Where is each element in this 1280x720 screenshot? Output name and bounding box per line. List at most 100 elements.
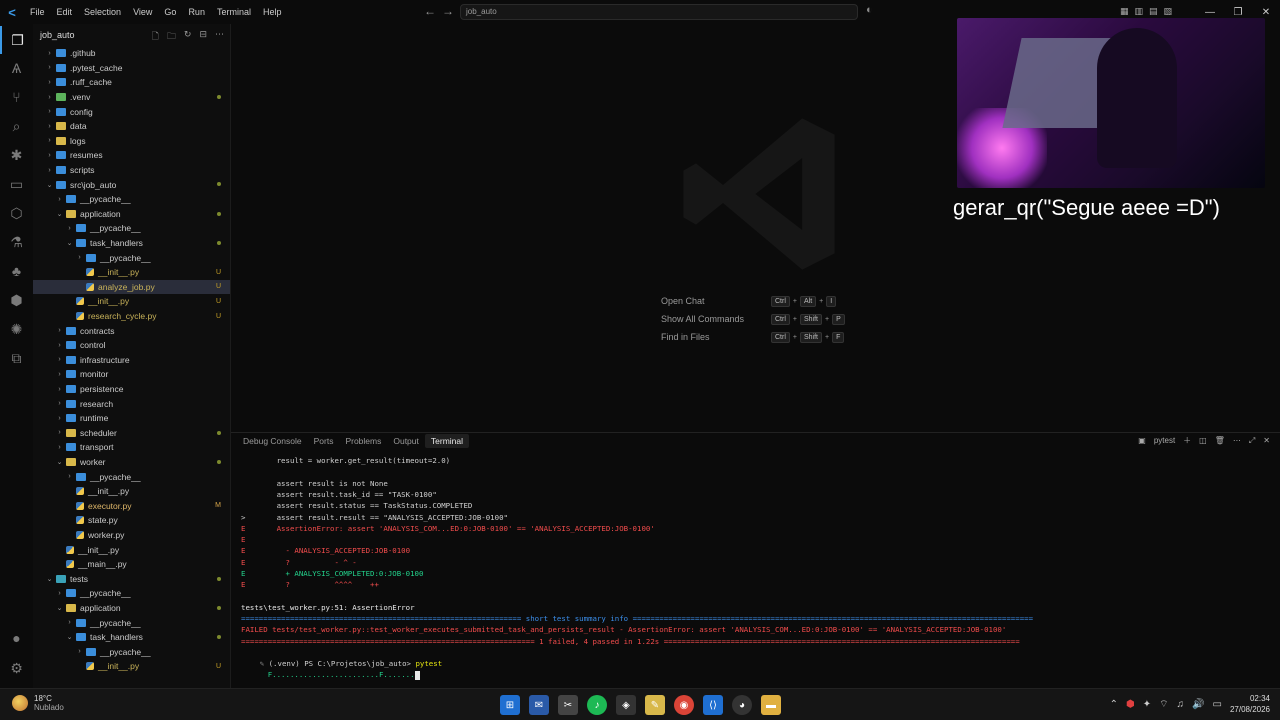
tab-debug-console[interactable]: Debug Console [237,434,308,448]
menu-edit[interactable]: Edit [51,0,79,24]
tree-folder-item[interactable]: › logs [33,134,230,149]
more-icon[interactable]: ⋯ [1233,436,1241,445]
tree-folder-item[interactable]: › scheduler [33,426,230,441]
app-tray-icon[interactable]: ✦ [1143,699,1151,710]
testing-icon[interactable]: ⚗ [0,228,33,256]
tree-file-item[interactable]: __init__.py [33,484,230,499]
new-file-icon[interactable]: 🗋 [152,29,159,45]
tree-file-item[interactable]: state.py [33,513,230,528]
tree-folder-item[interactable]: › __pycache__ [33,221,230,236]
weather-widget[interactable]: 18°C Nublado [12,694,64,712]
toggle-panel-icon[interactable]: ▤ [1149,6,1158,17]
tree-folder-item[interactable]: › transport [33,440,230,455]
notes-icon[interactable]: ✎ [645,695,665,715]
tree-folder-item[interactable]: › config [33,104,230,119]
tree-file-item[interactable]: __init__.py [33,542,230,557]
shortcut-open-chat[interactable]: Open Chat Ctrl + Alt + I [661,292,845,310]
vscode-taskbar-icon[interactable]: ⟨⟩ [703,695,723,715]
tree-folder-item[interactable]: › persistence [33,382,230,397]
toggle-sidebar-icon[interactable]: ▥ [1135,6,1144,17]
shortcut-find-in-files[interactable]: Find in Files Ctrl + Shift + F [661,328,845,346]
tree-folder-item[interactable]: › control [33,338,230,353]
tab-output[interactable]: Output [387,434,425,448]
tree-folder-item[interactable]: › .github [33,46,230,61]
customize-layout-icon[interactable]: ▦ [1120,6,1129,17]
menu-terminal[interactable]: Terminal [211,0,257,24]
menu-go[interactable]: Go [158,0,182,24]
tree-folder-item[interactable]: › __pycache__ [33,192,230,207]
tree-folder-item[interactable]: ⌄ application [33,601,230,616]
remote-explorer-icon[interactable]: ▭ [0,170,33,198]
antivirus-icon[interactable]: ⬢ [1126,699,1135,710]
debug-icon[interactable]: ✱ [0,141,33,169]
menu-selection[interactable]: Selection [78,0,127,24]
tree-folder-item[interactable]: ⌄ task_handlers [33,236,230,251]
maximize-panel-icon[interactable]: ⤢ [1249,436,1255,446]
tree-file-item[interactable]: __init__.py U [33,659,230,674]
tree-folder-item[interactable]: › monitor [33,367,230,382]
kill-terminal-icon[interactable]: 🗑 [1215,436,1225,445]
tree-file-item[interactable]: __init__.py U [33,294,230,309]
snipping-tool-icon[interactable]: ✂ [558,695,578,715]
file-explorer-icon[interactable]: ▬ [761,695,781,715]
start-icon[interactable]: ⊞ [500,695,520,715]
copilot-icon[interactable]: ◐ [866,4,873,16]
spotify-icon[interactable]: ♪ [587,695,607,715]
collapse-all-icon[interactable]: ⊟ [199,29,207,45]
tree-folder-item[interactable]: ⌄ application [33,207,230,222]
tree-folder-item[interactable]: ⌄ worker [33,455,230,470]
github-icon[interactable]: ◕ [732,695,752,715]
search-icon[interactable]: ⌕ [0,112,33,140]
copilot-activity-icon[interactable]: Ѧ [0,54,33,82]
git-icon[interactable]: ◈ [616,695,636,715]
tab-problems[interactable]: Problems [339,434,387,448]
volume-icon[interactable]: 🔊 [1192,699,1204,710]
tree-folder-item[interactable]: › scripts [33,163,230,178]
shortcut-show-all-commands[interactable]: Show All Commands Ctrl + Shift + P [661,310,845,328]
tree-file-item[interactable]: analyze_job.py U [33,279,230,295]
tab-ports[interactable]: Ports [308,434,340,448]
python-icon[interactable]: ♣ [0,257,33,285]
close-panel-icon[interactable]: ✕ [1263,436,1270,445]
menu-file[interactable]: File [24,0,51,24]
tree-folder-item[interactable]: › .venv [33,90,230,105]
battery-icon[interactable]: ▭ [1213,699,1222,710]
chevron-up-icon[interactable]: ⌃ [1110,699,1118,710]
containers-icon[interactable]: ⬢ [0,286,33,314]
menu-help[interactable]: Help [257,0,288,24]
tree-folder-item[interactable]: › __pycache__ [33,645,230,660]
split-terminal-icon[interactable]: ◫ [1199,436,1207,445]
tree-folder-item[interactable]: › contracts [33,323,230,338]
tree-file-item[interactable]: __main__.py [33,557,230,572]
clock[interactable]: 02:34 27/08/2026 [1230,693,1270,715]
more-actions-icon[interactable]: ⋯ [215,29,224,45]
tree-folder-item[interactable]: › __pycache__ [33,250,230,265]
tree-folder-item[interactable]: › runtime [33,411,230,426]
timeline-icon[interactable]: ⧉ [0,344,33,372]
tree-file-item[interactable]: __init__.py U [33,265,230,280]
tab-terminal[interactable]: Terminal [424,434,470,448]
tree-folder-item[interactable]: › infrastructure [33,353,230,368]
back-arrow-icon[interactable]: ← [424,4,436,18]
tree-folder-item[interactable]: › .pytest_cache [33,61,230,76]
explorer-icon[interactable]: ❐ [0,26,33,54]
wifi-icon[interactable]: ⌔ [1159,698,1168,711]
tree-folder-item[interactable]: ⌄ task_handlers [33,630,230,645]
tree-folder-item[interactable]: › __pycache__ [33,615,230,630]
tree-folder-item[interactable]: ⌄ tests [33,572,230,587]
tree-file-item[interactable]: executor.py M [33,499,230,514]
manage-gear-icon[interactable]: ⚙ [0,654,33,682]
menu-run[interactable]: Run [182,0,211,24]
chrome-icon[interactable]: ◉ [674,695,694,715]
workspace-title[interactable]: job_auto [40,30,75,40]
tree-folder-item[interactable]: › research [33,396,230,411]
tree-file-item[interactable]: worker.py [33,528,230,543]
command-center-search[interactable]: job_auto [460,4,858,20]
gitlens-icon[interactable]: ✺ [0,315,33,343]
extensions-icon[interactable]: ⬡ [0,199,33,227]
source-control-icon[interactable]: ⑂ [0,83,33,111]
refresh-icon[interactable]: ↻ [184,29,192,45]
tree-folder-item[interactable]: › resumes [33,148,230,163]
terminal-output[interactable]: result = worker.get_result(timeout=2.0) … [241,455,1271,680]
tree-folder-item[interactable]: › data [33,119,230,134]
